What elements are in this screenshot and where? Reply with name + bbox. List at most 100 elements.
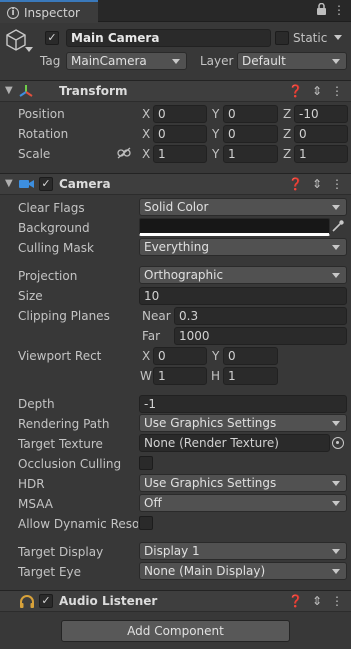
presets-icon[interactable]: ⇕ (312, 84, 322, 98)
kebab-menu-icon[interactable]: ⋮ (331, 177, 343, 191)
foldout-arrow-icon[interactable]: ▼ (5, 85, 13, 96)
target-texture-label: Target Texture (18, 437, 103, 451)
kebab-menu-icon[interactable]: ⋮ (331, 594, 343, 608)
gameobject-icon (5, 28, 27, 55)
depth-label: Depth (18, 397, 55, 411)
target-display-dropdown[interactable]: Display 1 (139, 542, 347, 560)
lock-icon[interactable] (316, 2, 327, 18)
static-dropdown[interactable] (333, 29, 348, 47)
audio-listener-header-icons: ❓ ⇕ ⋮ (288, 594, 343, 608)
static-checkbox[interactable] (275, 31, 289, 45)
rendering-path-dropdown[interactable]: Use Graphics Settings (139, 414, 347, 432)
axis-y-label[interactable]: Y (212, 147, 222, 161)
help-icon[interactable]: ❓ (288, 594, 303, 608)
target-texture-field[interactable]: None (Render Texture) (139, 434, 330, 452)
hdr-dropdown[interactable]: Use Graphics Settings (139, 474, 347, 492)
axis-z-label[interactable]: Z (283, 147, 293, 161)
rotation-x-field[interactable]: 0 (153, 125, 207, 143)
tab-inspector[interactable]: i Inspector (0, 0, 98, 23)
viewport-w-field[interactable]: 1 (153, 367, 207, 385)
object-picker-icon[interactable] (332, 437, 344, 449)
camera-header[interactable]: ▼ ✓ Camera ❓ ⇕ ⋮ (0, 173, 351, 195)
help-icon[interactable]: ❓ (288, 84, 303, 98)
audio-listener-enabled-checkbox[interactable]: ✓ (39, 594, 53, 608)
presets-icon[interactable]: ⇕ (312, 177, 322, 191)
gameobject-name-field[interactable]: Main Camera (66, 29, 271, 47)
background-color-field[interactable] (139, 218, 330, 236)
viewport-h-label[interactable]: H (211, 369, 223, 383)
position-z-field[interactable]: -10 (294, 105, 348, 123)
near-label[interactable]: Near (142, 309, 171, 323)
viewport-y-field[interactable]: 0 (223, 347, 278, 365)
allow-dynamic-resolution-checkbox[interactable] (139, 516, 153, 530)
position-y-field[interactable]: 0 (223, 105, 278, 123)
constrain-proportions-icon[interactable] (117, 147, 131, 162)
viewport-x-label[interactable]: X (142, 349, 152, 363)
axis-x-label[interactable]: X (142, 127, 152, 141)
viewport-h-field[interactable]: 1 (223, 367, 278, 385)
camera-header-icons: ❓ ⇕ ⋮ (288, 177, 343, 191)
axis-x-label[interactable]: X (142, 147, 152, 161)
viewport-w-label[interactable]: W (140, 369, 153, 383)
gameobject-icon-dropdown[interactable] (25, 47, 33, 52)
gameobject-active-checkbox[interactable]: ✓ (45, 31, 59, 45)
rotation-label: Rotation (18, 127, 69, 141)
near-field[interactable]: 0.3 (174, 307, 347, 325)
kebab-menu-icon[interactable]: ⋮ (331, 84, 343, 98)
layer-label: Layer (200, 54, 234, 68)
background-label: Background (18, 221, 90, 235)
add-component-button[interactable]: Add Component (61, 620, 290, 642)
transform-header[interactable]: ▼ Transform ❓ ⇕ ⋮ (0, 80, 351, 102)
presets-icon[interactable]: ⇕ (312, 594, 322, 608)
audio-listener-header[interactable]: ✓ Audio Listener ❓ ⇕ ⋮ (0, 590, 351, 612)
camera-enabled-checkbox[interactable]: ✓ (39, 177, 53, 191)
occlusion-culling-label: Occlusion Culling (18, 457, 122, 471)
tab-bar: i Inspector ⋮ (0, 0, 351, 23)
culling-mask-label: Culling Mask (18, 241, 94, 255)
rotation-z-field[interactable]: 0 (294, 125, 348, 143)
msaa-dropdown[interactable]: Off (139, 494, 347, 512)
clipping-planes-label: Clipping Planes (18, 309, 110, 323)
size-label: Size (18, 289, 43, 303)
scale-label: Scale (18, 147, 51, 161)
size-field[interactable]: 10 (139, 287, 347, 305)
position-x-field[interactable]: 0 (153, 105, 207, 123)
transform-title: Transform (59, 84, 128, 98)
viewport-x-field[interactable]: 0 (153, 347, 207, 365)
target-display-label: Target Display (18, 545, 104, 559)
axis-y-label[interactable]: Y (212, 127, 222, 141)
axis-y-label[interactable]: Y (212, 107, 222, 121)
transform-icon (18, 83, 34, 102)
far-field[interactable]: 1000 (174, 327, 347, 345)
clear-flags-dropdown[interactable]: Solid Color (139, 198, 347, 216)
target-eye-label: Target Eye (18, 565, 82, 579)
layer-dropdown[interactable]: Default (237, 52, 347, 70)
help-icon[interactable]: ❓ (288, 177, 303, 191)
occlusion-culling-checkbox[interactable] (139, 456, 153, 470)
scale-x-field[interactable]: 1 (153, 145, 207, 163)
eyedropper-icon[interactable] (331, 219, 345, 236)
tab-bar-icons: ⋮ (316, 2, 345, 18)
axis-x-label[interactable]: X (142, 107, 152, 121)
far-label[interactable]: Far (142, 329, 160, 343)
axis-z-label[interactable]: Z (283, 127, 293, 141)
scale-z-field[interactable]: 1 (294, 145, 348, 163)
axis-z-label[interactable]: Z (283, 107, 293, 121)
viewport-y-label[interactable]: Y (212, 349, 222, 363)
culling-mask-dropdown[interactable]: Everything (139, 238, 347, 256)
rotation-y-field[interactable]: 0 (223, 125, 278, 143)
headphones-icon (19, 594, 35, 612)
clear-flags-label: Clear Flags (18, 201, 85, 215)
target-eye-dropdown[interactable]: None (Main Display) (139, 562, 347, 580)
tag-dropdown[interactable]: MainCamera (66, 52, 187, 70)
scale-y-field[interactable]: 1 (223, 145, 278, 163)
foldout-arrow-icon[interactable]: ▼ (5, 178, 13, 189)
position-label: Position (18, 107, 65, 121)
projection-label: Projection (18, 269, 78, 283)
static-label: Static (293, 31, 328, 45)
projection-dropdown[interactable]: Orthographic (139, 266, 347, 284)
kebab-menu-icon[interactable]: ⋮ (333, 3, 345, 18)
hdr-label: HDR (18, 477, 45, 491)
audio-listener-title: Audio Listener (59, 594, 158, 608)
depth-field[interactable]: -1 (139, 395, 347, 413)
